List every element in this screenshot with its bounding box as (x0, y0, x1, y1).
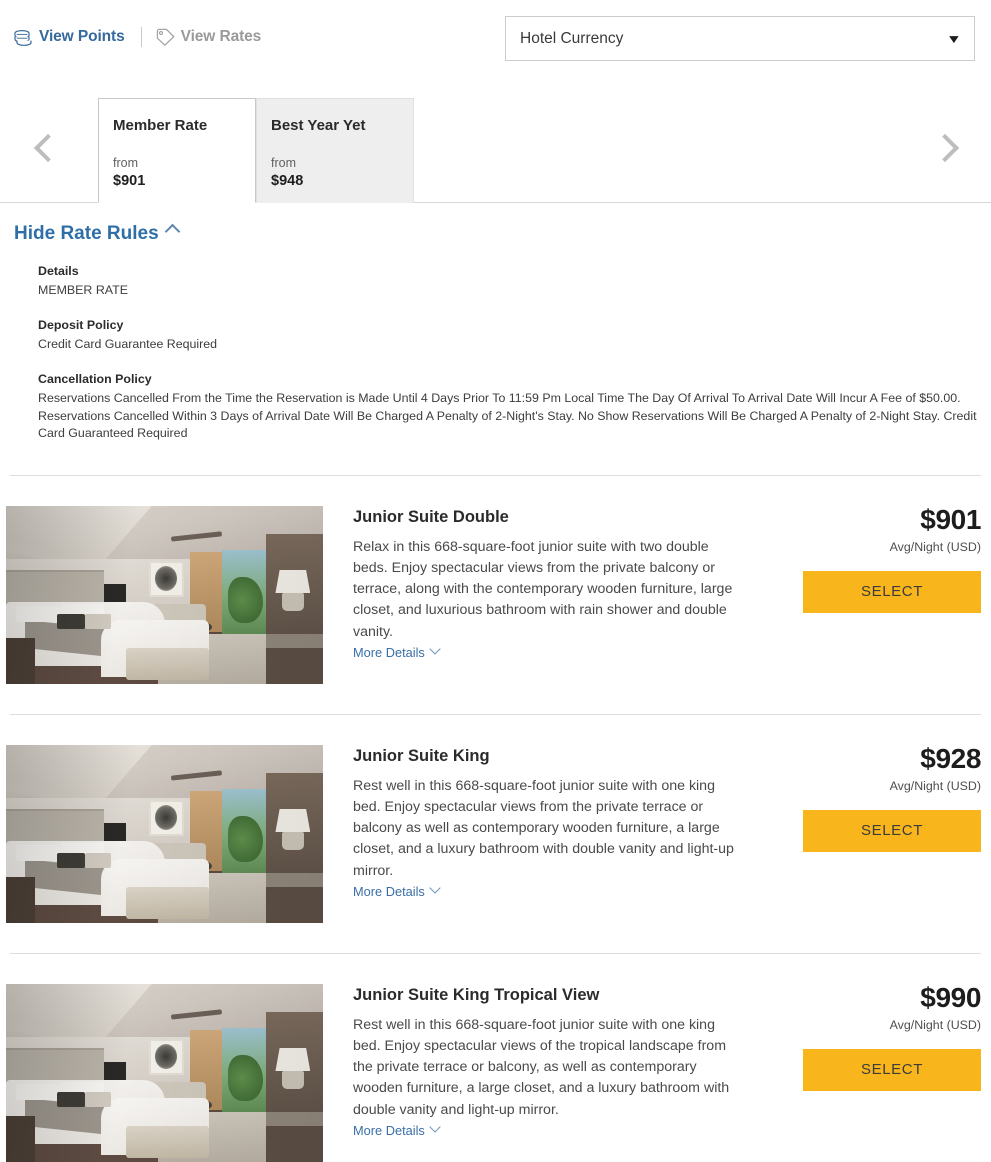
select-room-button[interactable]: SELECT (803, 1048, 981, 1091)
room-description: Relax in this 668-square-foot junior sui… (353, 538, 733, 640)
price-tag-icon (156, 28, 175, 46)
chevron-down-icon: ▼ (946, 31, 963, 46)
chevron-left-icon (33, 133, 63, 163)
more-details-toggle[interactable]: More Details (353, 643, 441, 660)
more-details-label: More Details (353, 1122, 425, 1138)
room-price-unit: Avg/Night (USD) (889, 1017, 981, 1032)
room-photo[interactable] (6, 744, 323, 923)
carousel-next-button[interactable] (915, 98, 975, 198)
room-list: Junior Suite Double Relax in this 668-sq… (0, 476, 991, 1162)
view-rates-tab[interactable]: View Rates (156, 28, 262, 46)
rate-tab-price: $901 (113, 172, 146, 189)
rate-rule-group-cancellation-policy: Cancellation Policy Reservations Cancell… (38, 371, 977, 442)
chevron-down-icon (429, 643, 441, 655)
select-room-button[interactable]: SELECT (803, 570, 981, 613)
room-price: $901 (920, 503, 981, 535)
rate-rule-text: Credit Card Guarantee Required (38, 336, 218, 351)
stacked-coins-icon (14, 29, 33, 46)
carousel-prev-button[interactable] (18, 98, 78, 198)
room-price-unit: Avg/Night (USD) (889, 778, 981, 793)
rate-tab-member-rate[interactable]: Member Rate from $901 (98, 98, 256, 203)
room-title: Junior Suite King Tropical View (353, 985, 600, 1004)
rate-rule-heading: Cancellation Policy (38, 372, 152, 387)
rate-tab-price: $948 (271, 172, 304, 189)
rate-rule-text: Reservations Cancelled From the Time the… (38, 391, 977, 441)
rate-tab-from-label: from (113, 156, 138, 170)
room-info: Junior Suite Double Relax in this 668-sq… (323, 506, 743, 684)
currency-selected-value: Hotel Currency (520, 29, 624, 47)
chevron-right-icon (930, 133, 960, 163)
top-bar: View Points View Rates Hotel Currency ▼ (0, 0, 991, 80)
room-list-item: Junior Suite King Tropical View Rest wel… (0, 954, 991, 1162)
rate-tab-best-year-yet[interactable]: Best Year Yet from $948 (256, 98, 414, 203)
rate-tab-name: Member Rate (113, 117, 208, 134)
chevron-up-icon (164, 223, 180, 240)
room-price-column: $928 Avg/Night (USD) SELECT (803, 742, 981, 923)
chevron-down-icon (429, 882, 441, 894)
chevron-down-icon (429, 1121, 441, 1133)
room-description: Rest well in this 668-square-foot junior… (353, 777, 734, 879)
hide-rate-rules-toggle[interactable]: Hide Rate Rules (14, 223, 180, 245)
rate-plan-carousel: Member Rate from $901 Best Year Yet from… (0, 98, 991, 203)
rate-plan-tabs: Member Rate from $901 Best Year Yet from… (98, 98, 414, 203)
view-points-tab[interactable]: View Points (14, 28, 125, 46)
rate-rule-group-deposit-policy: Deposit Policy Credit Card Guarantee Req… (38, 317, 977, 353)
room-list-item: Junior Suite Double Relax in this 668-sq… (0, 476, 991, 684)
more-details-toggle[interactable]: More Details (353, 1121, 441, 1138)
room-photo[interactable] (6, 505, 323, 684)
more-details-label: More Details (353, 883, 425, 899)
more-details-toggle[interactable]: More Details (353, 882, 441, 899)
room-info: Junior Suite King Tropical View Rest wel… (323, 984, 743, 1162)
rate-rule-heading: Details (38, 264, 79, 278)
room-info: Junior Suite King Rest well in this 668-… (323, 745, 743, 923)
currency-select[interactable]: Hotel Currency ▼ (505, 16, 975, 61)
more-details-label: More Details (353, 644, 425, 660)
room-title: Junior Suite King (353, 746, 490, 765)
view-rates-label: View Rates (180, 28, 262, 45)
select-room-button[interactable]: SELECT (803, 809, 981, 852)
room-photo[interactable] (6, 983, 323, 1162)
room-title: Junior Suite Double (353, 507, 509, 526)
room-price-unit: Avg/Night (USD) (889, 539, 981, 554)
rate-rules-body: Details MEMBER RATE Deposit Policy Credi… (38, 263, 977, 443)
room-price-column: $901 Avg/Night (USD) SELECT (803, 503, 981, 684)
room-price-column: $990 Avg/Night (USD) SELECT (803, 981, 981, 1162)
rate-tab-from-label: from (271, 156, 296, 170)
room-description: Rest well in this 668-square-foot junior… (353, 1016, 730, 1118)
view-mode-toggle: View Points View Rates (14, 24, 261, 50)
rate-rule-text: MEMBER RATE (38, 282, 128, 297)
rate-tab-name: Best Year Yet (271, 117, 366, 134)
rate-rules-section: Hide Rate Rules Details MEMBER RATE Depo… (0, 203, 991, 443)
hide-rate-rules-label: Hide Rate Rules (14, 223, 159, 244)
room-price: $928 (920, 742, 981, 774)
toggle-divider (140, 27, 142, 47)
rate-rule-group-details: Details MEMBER RATE (38, 263, 977, 299)
rate-rule-heading: Deposit Policy (38, 318, 124, 333)
room-price: $990 (920, 981, 981, 1013)
view-points-label: View Points (39, 28, 125, 45)
room-list-item: Junior Suite King Rest well in this 668-… (0, 715, 991, 923)
